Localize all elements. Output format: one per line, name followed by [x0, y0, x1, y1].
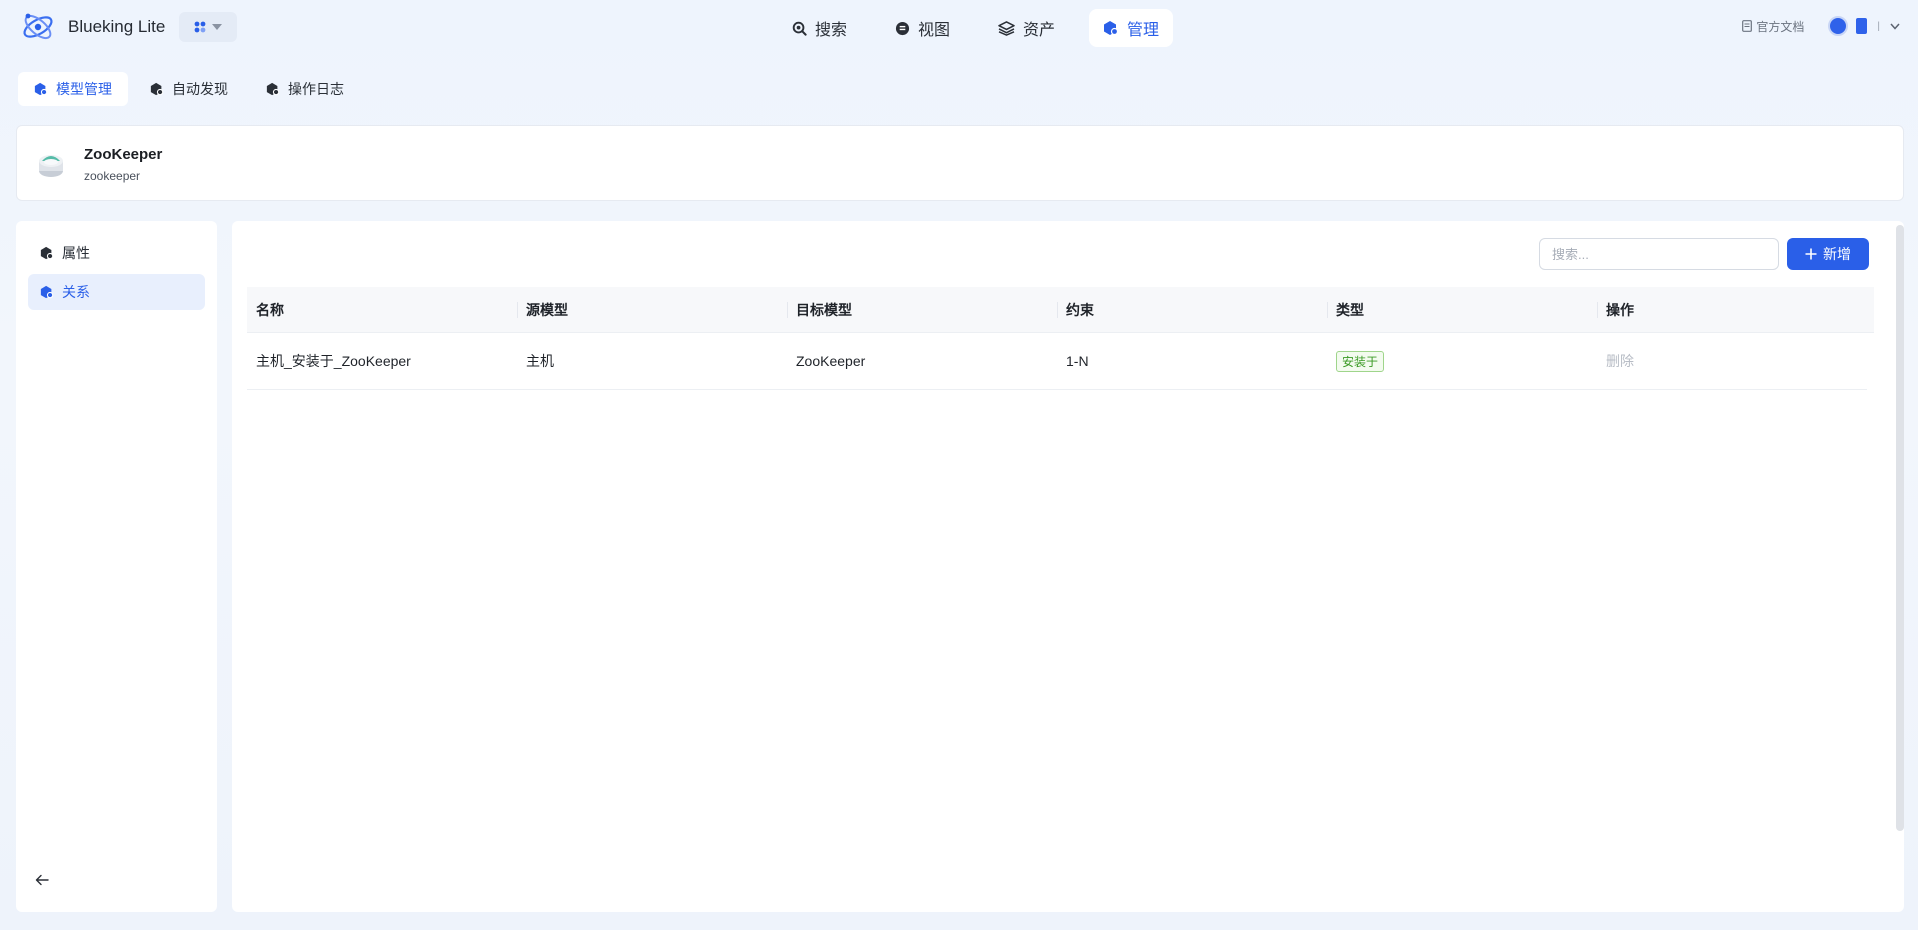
brand[interactable]: Blueking Lite [20, 10, 165, 44]
chevron-down-icon[interactable] [1890, 23, 1900, 30]
cell-actions: 删除 [1597, 351, 1867, 371]
cell-name: 主机_安装于_ZooKeeper [256, 353, 411, 369]
tab-label: 操作日志 [288, 81, 344, 97]
plus-icon [1805, 248, 1817, 260]
caret-down-icon [212, 24, 222, 30]
nav-view[interactable]: 视图 [881, 9, 964, 47]
tab-label: 模型管理 [56, 81, 112, 97]
nav-manage[interactable]: 管理 [1089, 9, 1174, 47]
view-icon [895, 21, 910, 35]
model-id: zookeeper [84, 169, 141, 183]
nav-assets[interactable]: 资产 [984, 9, 1069, 47]
sidebar-item-attributes[interactable]: 属性 [28, 235, 205, 271]
tab-auto-discovery[interactable]: 自动发现 [134, 72, 244, 106]
app-switcher-button[interactable] [179, 12, 237, 42]
cell-target-model: ZooKeeper [796, 353, 866, 369]
nav-assets-label: 资产 [1023, 22, 1056, 39]
user-badge-icon [1856, 18, 1868, 34]
nav-search-label: 搜索 [815, 22, 848, 39]
model-info-card: ZooKeeper zookeeper [16, 125, 1904, 201]
layers-icon [998, 20, 1015, 36]
nav-search[interactable]: 搜索 [778, 9, 861, 47]
apps-icon [194, 21, 206, 33]
nav-view-label: 视图 [918, 22, 951, 39]
collapse-sidebar-button[interactable] [30, 868, 54, 892]
sidebar-item-label: 关系 [62, 284, 90, 300]
add-button-label: 新增 [1823, 246, 1851, 262]
column-header-type: 类型 [1327, 287, 1597, 332]
user-avatar[interactable] [1828, 16, 1849, 36]
model-detail-sidebar: 属性 关系 [16, 221, 217, 912]
brand-name: Blueking Lite [68, 17, 166, 36]
zookeeper-model-icon [39, 155, 63, 177]
main-nav: 搜索 视图 资产 管理 [778, 9, 1174, 47]
log-icon [266, 82, 280, 96]
sidebar-item-relations[interactable]: 关系 [28, 274, 205, 310]
table-row: 主机_安装于_ZooKeeper 主机 ZooKeeper 1-N 安装于 删除 [247, 333, 1867, 390]
tab-label: 自动发现 [172, 81, 228, 97]
column-header-source-model: 源模型 [517, 287, 787, 332]
header-right: 官方文档 | [1742, 16, 1900, 36]
relation-type-tag: 安装于 [1336, 350, 1385, 372]
column-header-actions: 操作 [1597, 287, 1867, 332]
cell-source-model: 主机 [526, 353, 554, 369]
user-separator: | [1877, 20, 1880, 32]
tab-model-management[interactable]: 模型管理 [18, 72, 128, 106]
tab-operation-log[interactable]: 操作日志 [250, 72, 360, 106]
search-icon [792, 21, 807, 36]
blueking-logo-icon [20, 10, 56, 44]
docs-link-label: 官方文档 [1756, 19, 1805, 34]
search-input[interactable] [1539, 238, 1779, 270]
column-header-target-model: 目标模型 [787, 287, 1057, 332]
cell-type: 安装于 [1327, 350, 1597, 372]
delete-button[interactable]: 删除 [1606, 353, 1634, 369]
model-icon [34, 82, 48, 96]
docs-link[interactable]: 官方文档 [1742, 18, 1804, 35]
top-header: Blueking Lite 搜索 视图 资产 管理 官方文档 | [0, 0, 1918, 54]
cell-constraint: 1-N [1066, 353, 1089, 369]
model-name: ZooKeeper [84, 146, 163, 163]
add-relation-button[interactable]: 新增 [1787, 238, 1869, 270]
discovery-icon [150, 82, 164, 96]
document-icon [1742, 20, 1753, 32]
nav-manage-label: 管理 [1127, 22, 1160, 39]
table-header: 名称 源模型 目标模型 约束 类型 操作 [247, 287, 1874, 333]
column-header-name: 名称 [256, 301, 284, 318]
relations-panel: 新增 名称 源模型 目标模型 约束 类型 操作 主机_安装于_ZooKeeper… [232, 221, 1904, 912]
relation-icon [40, 285, 54, 299]
attribute-icon [40, 246, 54, 260]
sub-tabs: 模型管理 自动发现 操作日志 [18, 72, 360, 106]
arrow-left-icon [35, 874, 49, 886]
manage-icon [1104, 21, 1119, 36]
column-header-constraint: 约束 [1057, 287, 1327, 332]
sidebar-item-label: 属性 [62, 245, 90, 261]
relations-table: 名称 源模型 目标模型 约束 类型 操作 主机_安装于_ZooKeeper 主机… [247, 287, 1874, 390]
vertical-scrollbar[interactable] [1896, 225, 1904, 831]
